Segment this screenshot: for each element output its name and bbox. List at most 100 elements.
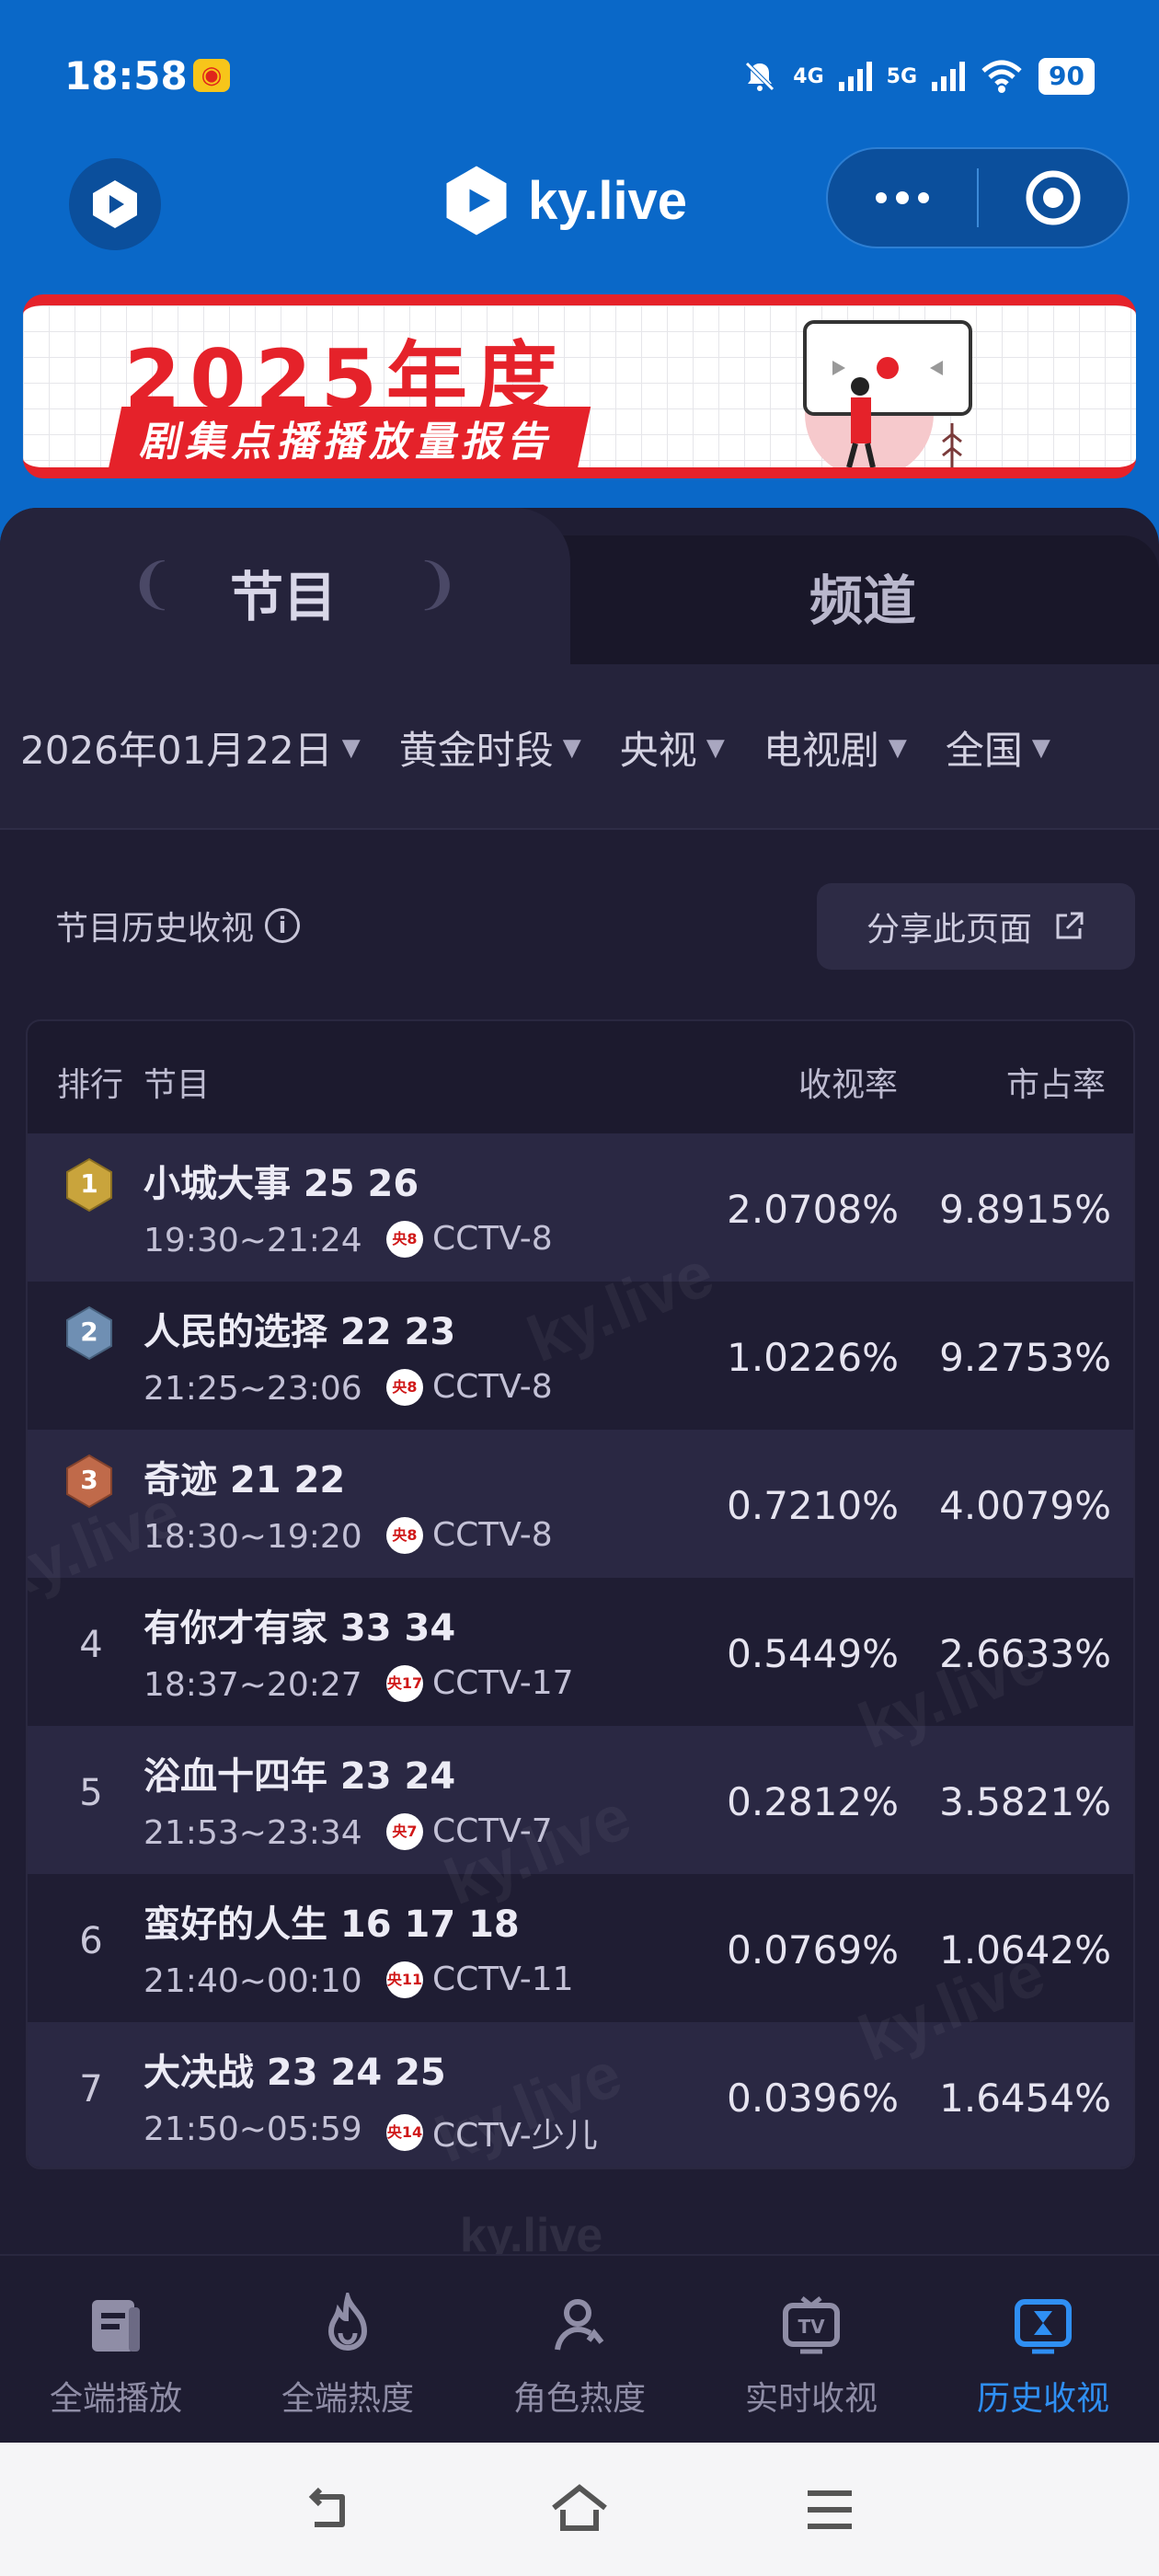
table-row[interactable]: 3 奇迹 21 22 18:30~19:20 央8 CCTV-8 0.7210% …	[28, 1430, 1133, 1578]
channel-info: 央8 CCTV-8	[386, 1368, 553, 1406]
table-row[interactable]: 2 人民的选择 22 23 21:25~23:06 央8 CCTV-8 1.022…	[28, 1282, 1133, 1430]
section-title: 节目历史收视 i	[55, 902, 301, 949]
info-icon[interactable]: i	[265, 908, 301, 943]
rating-value: 1.0226%	[727, 1335, 899, 1380]
filter-bar: 2026年01月22日 ▼ 黄金时段 ▼ 央视 ▼ 电视剧 ▼ 全国 ▼	[0, 664, 1159, 830]
close-miniapp-button[interactable]	[979, 149, 1128, 247]
header-program: 节目	[143, 1066, 211, 1104]
program-title: 蛮好的人生 16 17 18	[143, 1903, 520, 1946]
rating-value: 0.5449%	[727, 1631, 899, 1676]
status-icons: 4G 5G 90	[741, 53, 1095, 99]
tab-history-ratings[interactable]: 历史收视	[927, 2256, 1159, 2443]
gold-medal-icon: 1	[64, 1157, 114, 1213]
caret-down-icon: ▼	[1031, 733, 1050, 762]
promo-banner[interactable]: 2025年度 剧集点播播放量报告	[23, 294, 1136, 478]
hourglass-icon	[1015, 2299, 1072, 2354]
rating-value: 0.0396%	[727, 2076, 899, 2121]
cctv-channel-icon: 央8	[386, 1220, 423, 1258]
filter-timeslot-label: 黄金时段	[398, 728, 554, 773]
brand-logo: ky.live	[442, 164, 687, 237]
laurel-right-icon: ❩	[414, 552, 461, 616]
share-button-label: 分享此页面	[866, 911, 1032, 949]
channel-name: CCTV-8	[432, 1516, 553, 1554]
play-card-icon	[92, 2300, 140, 2352]
network-5g-label: 5G	[886, 64, 918, 88]
filter-region-label: 全国	[945, 728, 1023, 773]
filter-timeslot[interactable]: 黄金时段 ▼	[399, 719, 581, 776]
laurel-left-icon: ❨	[129, 552, 176, 616]
weibo-notification-icon: ◉	[193, 59, 230, 92]
tab-all-platform-play[interactable]: 全端播放	[0, 2256, 232, 2443]
flame-icon	[327, 2293, 368, 2351]
table-row[interactable]: 6 蛮好的人生 16 17 18 21:40~00:10 央11 CCTV-11 …	[28, 1874, 1133, 2022]
rank-number: 6	[79, 1920, 103, 1962]
share-page-button[interactable]: 分享此页面	[817, 883, 1135, 970]
rank-number: 7	[79, 2068, 103, 2110]
system-nav-bar	[0, 2443, 1159, 2576]
banner-subtitle: 剧集点播播放量报告	[108, 407, 591, 467]
share-value: 1.0642%	[939, 1927, 1111, 1972]
status-bar: 18:58 ◉ 4G 5G 90	[0, 0, 1159, 156]
target-circle-icon	[1026, 170, 1081, 225]
program-time: 18:37~20:27	[143, 1666, 362, 1704]
tab-character-heat[interactable]: 角色热度	[464, 2256, 695, 2443]
tab-channel[interactable]: 频道	[515, 535, 1159, 664]
home-icon[interactable]	[546, 2477, 613, 2543]
program-time: 21:25~23:06	[143, 1370, 362, 1408]
program-time: 21:53~23:34	[143, 1814, 362, 1852]
section-title-text: 节目历史收视	[55, 910, 255, 948]
share-value: 9.8915%	[939, 1187, 1111, 1232]
silver-medal-icon: 2	[64, 1305, 114, 1361]
program-time: 18:30~19:20	[143, 1518, 362, 1556]
program-title: 浴血十四年 23 24	[143, 1755, 456, 1798]
tab-program[interactable]: ❨ 节目 ❩	[0, 508, 570, 664]
banner-illustration	[803, 320, 972, 467]
brand-name: ky.live	[528, 170, 688, 231]
table-row[interactable]: 5 浴血十四年 23 24 21:53~23:34 央7 CCTV-7 0.281…	[28, 1726, 1133, 1874]
miniapp-capsule	[826, 147, 1130, 248]
menu-icon[interactable]	[797, 2477, 863, 2543]
header-rank: 排行	[57, 1066, 124, 1104]
filter-genre[interactable]: 电视剧 ▼	[763, 719, 907, 776]
program-time: 21:50~05:59	[143, 2110, 362, 2148]
rating-value: 0.0769%	[727, 1927, 899, 1972]
more-button[interactable]	[828, 149, 977, 247]
mute-bell-icon	[745, 62, 775, 91]
rating-value: 0.2812%	[727, 1779, 899, 1824]
kylive-logo-icon	[93, 180, 137, 228]
table-row[interactable]: 4 有你才有家 33 34 18:37~20:27 央17 CCTV-17 0.5…	[28, 1578, 1133, 1726]
external-link-icon	[1056, 912, 1084, 939]
program-title: 人民的选择 22 23	[143, 1311, 456, 1353]
status-time: 18:58	[64, 53, 188, 98]
channel-info: 央14 CCTV-少儿	[386, 2109, 598, 2156]
tab-switcher: 频道 ❨ 节目 ❩	[0, 508, 1159, 664]
cctv-channel-icon: 央14	[386, 2114, 423, 2151]
filter-region[interactable]: 全国 ▼	[946, 719, 1050, 776]
battery-indicator: 90	[1039, 58, 1095, 95]
cctv-channel-icon: 央17	[386, 1664, 423, 1702]
signal-icon-2	[932, 62, 966, 91]
rating-value: 2.0708%	[727, 1187, 899, 1232]
table-row[interactable]: 1 小城大事 25 26 19:30~21:24 央8 CCTV-8 2.0708…	[28, 1133, 1133, 1282]
header-rating[interactable]: 收视率	[798, 1058, 898, 1106]
share-value: 1.6454%	[939, 2076, 1111, 2121]
filter-network[interactable]: 央视 ▼	[620, 719, 725, 776]
channel-info: 央8 CCTV-8	[386, 1220, 553, 1258]
channel-name: CCTV-8	[432, 1368, 553, 1406]
share-value: 3.5821%	[939, 1779, 1111, 1824]
rank-number: 4	[79, 1624, 103, 1666]
wifi-icon	[981, 60, 1022, 93]
header-share[interactable]: 市占率	[1006, 1058, 1106, 1106]
program-title: 小城大事 25 26	[143, 1163, 419, 1205]
back-icon[interactable]	[296, 2477, 362, 2543]
app-logo-button[interactable]	[69, 158, 161, 250]
filter-date[interactable]: 2026年01月22日 ▼	[20, 719, 361, 776]
rank-number: 1	[80, 1168, 98, 1199]
table-row[interactable]: 7 大决战 23 24 25 21:50~05:59 央14 CCTV-少儿 0.…	[28, 2022, 1133, 2168]
tab-realtime-ratings[interactable]: TV 实时收视	[695, 2256, 927, 2443]
program-title: 奇迹 21 22	[143, 1459, 346, 1501]
tab-all-platform-heat[interactable]: 全端热度	[232, 2256, 464, 2443]
brand-hexagon-icon	[446, 166, 507, 236]
tv-icon: TV	[783, 2296, 840, 2354]
program-title: 大决战 23 24 25	[143, 2052, 446, 2094]
